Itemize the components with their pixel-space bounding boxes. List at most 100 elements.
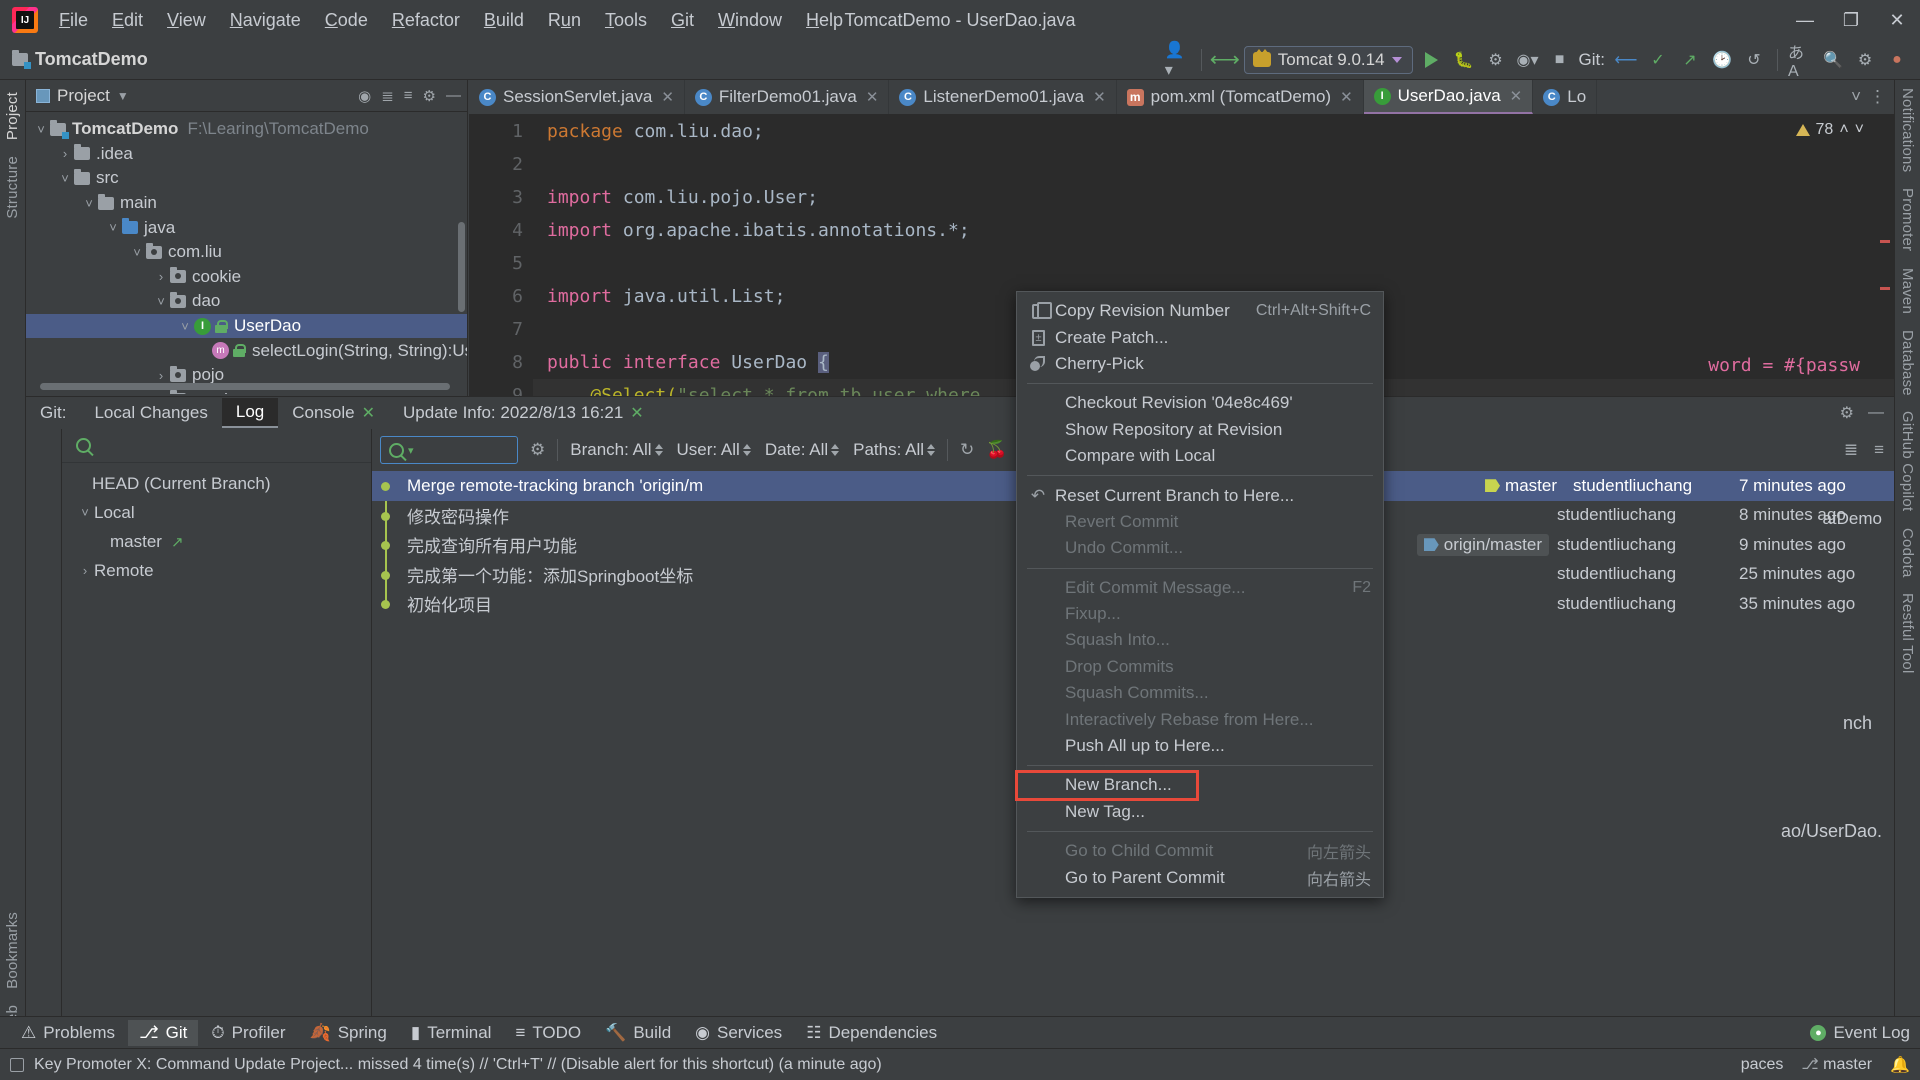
- run-button[interactable]: [1419, 47, 1445, 73]
- gear-icon[interactable]: ⚙: [1840, 403, 1854, 423]
- chevron-down-icon[interactable]: ˅: [128, 245, 146, 260]
- notifications-icon[interactable]: 🔔: [1890, 1055, 1910, 1075]
- vertical-scrollbar[interactable]: [458, 222, 465, 312]
- chevron-down-icon[interactable]: ˅: [56, 171, 74, 186]
- menu-item-checkout-revision[interactable]: Checkout Revision '04e8c469': [1017, 390, 1383, 416]
- chevron-down-icon[interactable]: ˅: [104, 220, 122, 235]
- editor-tab-sessionservlet[interactable]: C SessionServlet.java ✕: [469, 80, 685, 114]
- tool-tab-database[interactable]: Database: [1895, 322, 1920, 404]
- close-icon[interactable]: ✕: [866, 88, 879, 106]
- project-title-group[interactable]: Project ▼: [36, 86, 129, 106]
- chevron-right-icon[interactable]: ›: [56, 146, 74, 161]
- tool-tab-notifications[interactable]: Notifications: [1895, 80, 1920, 180]
- editor-tab-lo[interactable]: C Lo: [1533, 80, 1598, 114]
- tool-tab-codota[interactable]: Codota: [1895, 520, 1920, 586]
- editor-tab-pomxml[interactable]: m pom.xml (TomcatDemo) ✕: [1117, 80, 1364, 114]
- menu-window[interactable]: Window: [707, 6, 793, 35]
- project-chip[interactable]: TomcatDemo: [12, 49, 148, 70]
- close-icon[interactable]: ✕: [661, 88, 674, 106]
- event-log-button[interactable]: ● Event Log: [1810, 1023, 1910, 1043]
- branch-row-local[interactable]: ˅ Local: [62, 498, 371, 527]
- tool-tab-structure[interactable]: Structure: [0, 148, 25, 227]
- git-push-icon[interactable]: ↗: [1677, 47, 1703, 73]
- chevron-right-icon[interactable]: ›: [152, 368, 170, 383]
- profile-button[interactable]: ◉▾: [1515, 47, 1541, 73]
- bottom-tab-git[interactable]: ⎇ Git: [128, 1019, 199, 1046]
- settings-gear-icon[interactable]: ⚙: [1852, 47, 1878, 73]
- menu-item-show-repository-at-revision[interactable]: Show Repository at Revision: [1017, 417, 1383, 443]
- refresh-icon[interactable]: ↻: [960, 440, 974, 460]
- menu-navigate[interactable]: Navigate: [219, 6, 312, 35]
- branch-row-master[interactable]: master ↗: [62, 527, 371, 556]
- menu-item-compare-with-local[interactable]: Compare with Local: [1017, 443, 1383, 469]
- menu-item-new-tag[interactable]: New Tag...: [1017, 799, 1383, 825]
- debug-button[interactable]: 🐛: [1451, 47, 1477, 73]
- branch-row-remote[interactable]: › Remote: [62, 556, 371, 585]
- menu-run[interactable]: Run: [537, 6, 592, 35]
- bottom-tab-terminal[interactable]: ▮ Terminal: [400, 1020, 503, 1046]
- branch-row-head[interactable]: HEAD (Current Branch): [62, 469, 371, 498]
- user-account-icon[interactable]: 👤▾: [1165, 42, 1191, 79]
- tree-row-selectlogin[interactable]: m selectLogin(String, String):User: [26, 338, 467, 363]
- project-tree[interactable]: ˅ TomcatDemo F:\Learing\TomcatDemo › .id…: [26, 112, 467, 394]
- collapse-all-icon[interactable]: ≡: [404, 87, 413, 104]
- hide-icon[interactable]: —: [446, 87, 461, 104]
- tree-row-tomcatdemo[interactable]: ˅ TomcatDemo F:\Learing\TomcatDemo: [26, 117, 467, 142]
- menu-file[interactable]: File: [48, 6, 99, 35]
- translate-icon[interactable]: あA: [1788, 45, 1814, 80]
- menu-edit[interactable]: Edit: [101, 6, 154, 35]
- tree-row-idea[interactable]: › .idea: [26, 142, 467, 167]
- menu-build[interactable]: Build: [473, 6, 535, 35]
- horizontal-scrollbar[interactable]: [40, 383, 450, 390]
- editor-tab-listenerdemo01[interactable]: C ListenerDemo01.java ✕: [889, 80, 1117, 114]
- tool-tab-github-copilot[interactable]: GitHub Copilot: [1895, 403, 1920, 519]
- inspection-status[interactable]: 78 ˄ ˅: [1795, 121, 1864, 139]
- locate-icon[interactable]: ◉: [358, 87, 371, 105]
- cherry-pick-icon[interactable]: 🍒: [986, 440, 1007, 460]
- expand-icon[interactable]: ≣: [1844, 440, 1858, 460]
- status-spaces[interactable]: paces: [1741, 1056, 1784, 1074]
- close-icon[interactable]: ✕: [1510, 87, 1523, 105]
- branch-search-row[interactable]: [62, 429, 371, 463]
- chevron-down-icon[interactable]: ˅: [80, 196, 98, 211]
- log-search-input[interactable]: ▾: [380, 436, 518, 464]
- chevron-down-icon[interactable]: ˅: [176, 319, 194, 334]
- tool-tab-restful[interactable]: Restful Tool: [1895, 585, 1920, 682]
- menu-item-reset-current-branch[interactable]: ↶ Reset Current Branch to Here...: [1017, 482, 1383, 508]
- gear-icon[interactable]: ⚙: [530, 440, 545, 460]
- bottom-tab-services[interactable]: ◉ Services: [684, 1020, 793, 1046]
- plugin-icon[interactable]: ●: [1884, 47, 1910, 73]
- tool-tab-promoter[interactable]: Promoter: [1895, 180, 1920, 259]
- expand-all-icon[interactable]: ≣: [381, 87, 394, 105]
- editor-tab-filterdemo01[interactable]: C FilterDemo01.java ✕: [685, 80, 890, 114]
- menu-item-go-to-parent-commit[interactable]: Go to Parent Commit 向右箭头: [1017, 864, 1383, 890]
- commit-context-menu[interactable]: Copy Revision Number Ctrl+Alt+Shift+C Cr…: [1015, 291, 1384, 898]
- bottom-tab-profiler[interactable]: ⏱ Profiler: [200, 1020, 296, 1046]
- tree-row-cookie[interactable]: › cookie: [26, 265, 467, 290]
- menu-item-create-patch[interactable]: Create Patch...: [1017, 324, 1383, 350]
- menu-refactor[interactable]: Refactor: [381, 6, 471, 35]
- filter-paths[interactable]: Paths: All: [853, 440, 935, 460]
- editor-tab-userdao[interactable]: I UserDao.java ✕: [1363, 80, 1534, 114]
- error-stripe-mark[interactable]: [1880, 287, 1890, 290]
- filter-user[interactable]: User: All: [677, 440, 751, 460]
- tree-row-java[interactable]: ˅ java: [26, 215, 467, 240]
- stop-button[interactable]: ■: [1547, 47, 1573, 73]
- tree-row-main[interactable]: ˅ main: [26, 191, 467, 216]
- git-commit-icon[interactable]: ✓: [1645, 47, 1671, 73]
- undo-icon[interactable]: ↺: [1741, 47, 1767, 73]
- git-history-icon[interactable]: 🕑: [1709, 47, 1735, 73]
- chevron-down-icon[interactable]: ˅: [32, 122, 50, 137]
- git-tab-update-info[interactable]: Update Info: 2022/8/13 16:21 ✕: [389, 399, 658, 427]
- filter-branch[interactable]: Branch: All: [570, 440, 663, 460]
- bottom-tab-spring[interactable]: 🍂 Spring: [299, 1020, 398, 1046]
- hide-icon[interactable]: —: [1868, 404, 1884, 422]
- run-configuration-selector[interactable]: Tomcat 9.0.14: [1243, 45, 1413, 74]
- menu-view[interactable]: View: [156, 6, 217, 35]
- git-tab-local-changes[interactable]: Local Changes: [80, 399, 221, 427]
- maximize-button[interactable]: ❐: [1828, 0, 1874, 40]
- git-tab-console[interactable]: Console ✕: [278, 399, 389, 427]
- git-update-icon[interactable]: ⟵: [1613, 47, 1639, 73]
- menu-item-new-branch[interactable]: New Branch...: [1015, 770, 1199, 801]
- gear-icon[interactable]: ⚙: [423, 87, 436, 105]
